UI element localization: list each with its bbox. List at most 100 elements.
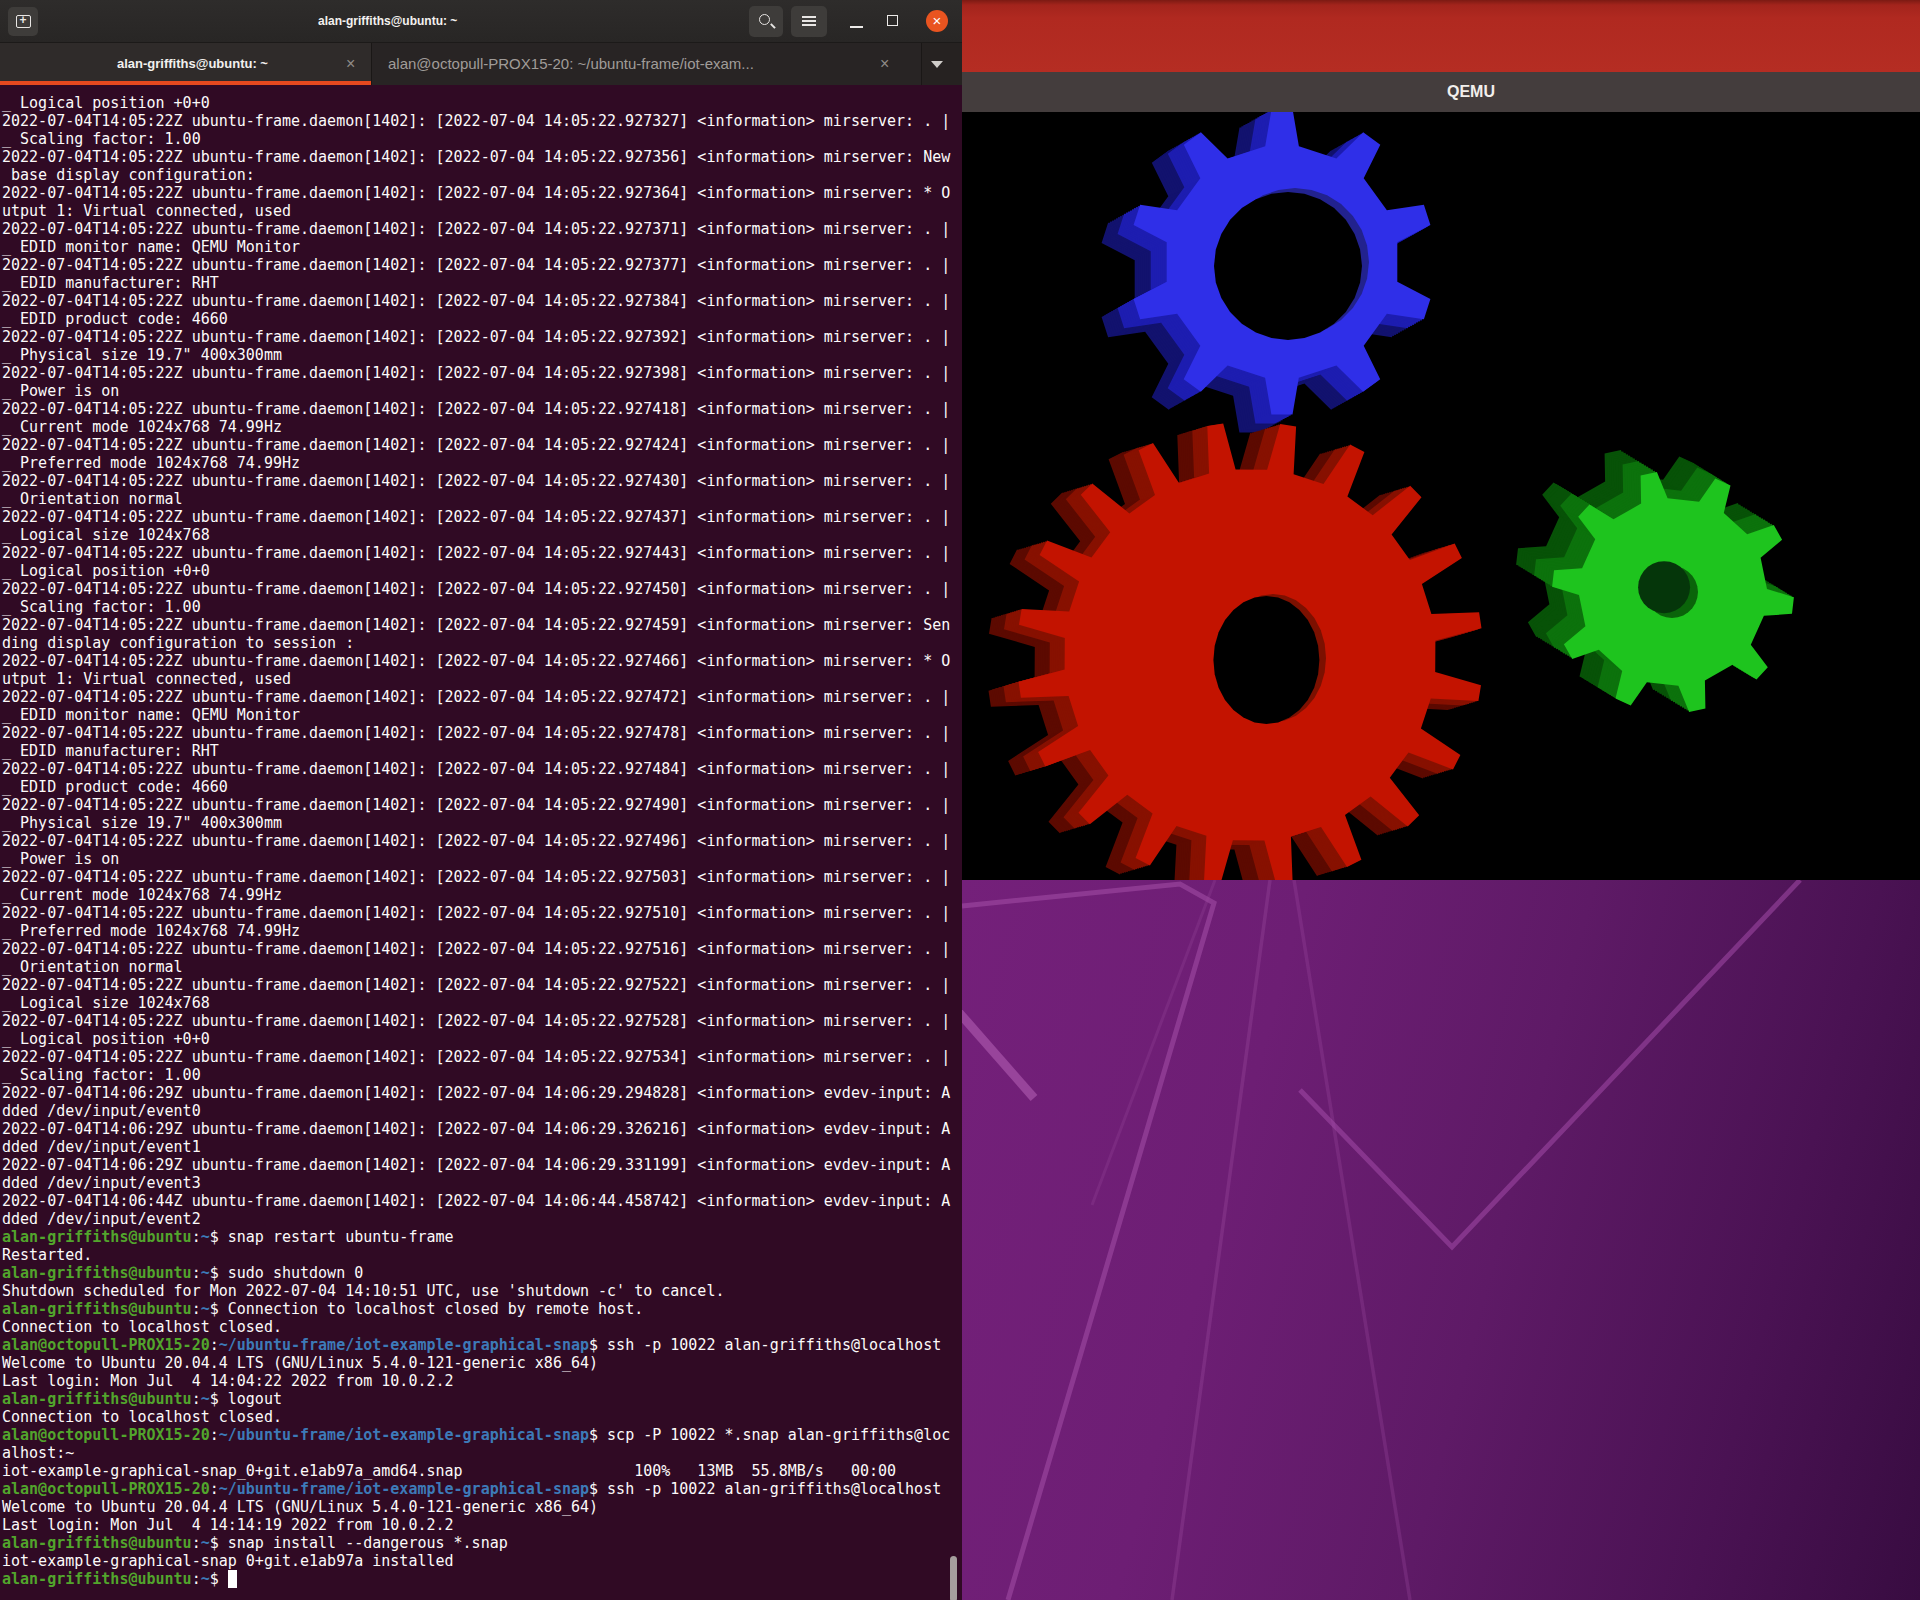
- terminal-line: Last login: Mon Jul 4 14:14:19 2022 from…: [2, 1516, 952, 1534]
- gears-svg: [962, 112, 1920, 880]
- terminal-line: 2022-07-04T14:05:22Z ubuntu-frame.daemon…: [2, 1012, 952, 1030]
- terminal-line: Welcome to Ubuntu 20.04.4 LTS (GNU/Linux…: [2, 1498, 952, 1516]
- terminal-line: _ EDID monitor name: QEMU Monitor: [2, 238, 952, 256]
- terminal-line: 2022-07-04T14:05:22Z ubuntu-frame.daemon…: [2, 868, 952, 886]
- terminal-line: 2022-07-04T14:05:22Z ubuntu-frame.daemon…: [2, 652, 952, 670]
- terminal-line: _ Power is on: [2, 382, 952, 400]
- tab-label: alan@octopull-PROX15-20: ~/ubuntu-frame/…: [388, 43, 754, 85]
- terminal-line: 2022-07-04T14:05:22Z ubuntu-frame.daemon…: [2, 328, 952, 346]
- active-tab-underline: [0, 81, 371, 85]
- terminal-line: 2022-07-04T14:05:22Z ubuntu-frame.daemon…: [2, 1048, 952, 1066]
- terminal-line: 2022-07-04T14:05:22Z ubuntu-frame.daemon…: [2, 256, 952, 274]
- terminal-line: _ Orientation normal: [2, 958, 952, 976]
- terminal-line: alan-griffiths@ubuntu:~$ Connection to l…: [2, 1300, 952, 1318]
- terminal-line: 2022-07-04T14:05:22Z ubuntu-frame.daemon…: [2, 436, 952, 454]
- terminal-line: 2022-07-04T14:05:22Z ubuntu-frame.daemon…: [2, 940, 952, 958]
- terminal-line: alhost:~: [2, 1444, 952, 1462]
- terminal-line: alan-griffiths@ubuntu:~$ sudo shutdown 0: [2, 1264, 952, 1282]
- terminal-line: _ Logical position +0+0: [2, 94, 952, 112]
- search-icon: [759, 14, 770, 25]
- terminal-line: 2022-07-04T14:05:22Z ubuntu-frame.daemon…: [2, 472, 952, 490]
- terminal-text[interactable]: _ Logical position +0+02022-07-04T14:05:…: [2, 94, 952, 1588]
- terminal-line: _ Orientation normal: [2, 490, 952, 508]
- terminal-line: alan@octopull-PROX15-20:~/ubuntu-frame/i…: [2, 1480, 952, 1498]
- terminal-line: utput 1: Virtual connected, used: [2, 670, 952, 688]
- terminal-line: dded /dev/input/event2: [2, 1210, 952, 1228]
- wallpaper-svg: [962, 880, 1920, 1600]
- terminal-line: 2022-07-04T14:06:44Z ubuntu-frame.daemon…: [2, 1192, 952, 1210]
- terminal-line: iot-example-graphical-snap 0+git.e1ab97a…: [2, 1552, 952, 1570]
- terminal-line: _ Scaling factor: 1.00: [2, 1066, 952, 1084]
- terminal-line: ding display configuration to session :: [2, 634, 952, 652]
- qemu-title: QEMU: [992, 72, 1920, 112]
- terminal-line: 2022-07-04T14:05:22Z ubuntu-frame.daemon…: [2, 796, 952, 814]
- terminal-line: _ Logical position +0+0: [2, 1030, 952, 1048]
- tab-close-icon[interactable]: ×: [346, 43, 355, 85]
- terminal-line: _ Physical size 19.7" 400x300mm: [2, 814, 952, 832]
- search-icon-handle: [770, 23, 776, 29]
- terminal-line: 2022-07-04T14:05:22Z ubuntu-frame.daemon…: [2, 832, 952, 850]
- terminal-line: utput 1: Virtual connected, used: [2, 202, 952, 220]
- search-button[interactable]: [749, 6, 783, 37]
- terminal-line: Restarted.: [2, 1246, 952, 1264]
- terminal-line: _ Current mode 1024x768 74.99Hz: [2, 886, 952, 904]
- terminal-line: 2022-07-04T14:05:22Z ubuntu-frame.daemon…: [2, 976, 952, 994]
- terminal-line: alan-griffiths@ubuntu:~$: [2, 1570, 952, 1588]
- terminal-line: _ EDID product code: 4660: [2, 778, 952, 796]
- tab-close-icon[interactable]: ×: [880, 43, 889, 85]
- scrollbar-thumb[interactable]: [950, 1556, 957, 1600]
- new-tab-button[interactable]: +: [8, 7, 38, 36]
- terminal-line: 2022-07-04T14:05:22Z ubuntu-frame.daemon…: [2, 724, 952, 742]
- terminal-line: 2022-07-04T14:05:22Z ubuntu-frame.daemon…: [2, 112, 952, 130]
- terminal-line: 2022-07-04T14:06:29Z ubuntu-frame.daemon…: [2, 1084, 952, 1102]
- desktop-red-band: [962, 0, 1920, 72]
- terminal-line: alan@octopull-PROX15-20:~/ubuntu-frame/i…: [2, 1336, 952, 1354]
- plus-icon: +: [8, 7, 38, 36]
- chevron-down-icon[interactable]: [931, 61, 943, 68]
- terminal-line: alan-griffiths@ubuntu:~$ logout: [2, 1390, 952, 1408]
- terminal-line: _ EDID manufacturer: RHT: [2, 274, 952, 292]
- terminal-line: 2022-07-04T14:05:22Z ubuntu-frame.daemon…: [2, 688, 952, 706]
- minimize-button[interactable]: [850, 26, 863, 28]
- terminal-line: 2022-07-04T14:05:22Z ubuntu-frame.daemon…: [2, 544, 952, 562]
- tab-bar: alan-griffiths@ubuntu: ~ × alan@octopull…: [0, 43, 962, 85]
- terminal-line: dded /dev/input/event0: [2, 1102, 952, 1120]
- terminal-line: _ Scaling factor: 1.00: [2, 130, 952, 148]
- desktop-wallpaper: [962, 880, 1920, 1600]
- terminal-line: 2022-07-04T14:06:29Z ubuntu-frame.daemon…: [2, 1120, 952, 1138]
- close-button[interactable]: ×: [926, 10, 948, 32]
- terminal-line: _ Current mode 1024x768 74.99Hz: [2, 418, 952, 436]
- terminal-line: Connection to localhost closed.: [2, 1408, 952, 1426]
- terminal-line: _ EDID monitor name: QEMU Monitor: [2, 706, 952, 724]
- terminal-headerbar[interactable]: + alan-griffiths@ubuntu: ~ ×: [0, 0, 962, 43]
- terminal-line: 2022-07-04T14:05:22Z ubuntu-frame.daemon…: [2, 400, 952, 418]
- terminal-line: _ Preferred mode 1024x768 74.99Hz: [2, 922, 952, 940]
- terminal-line: 2022-07-04T14:05:22Z ubuntu-frame.daemon…: [2, 508, 952, 526]
- terminal-line: base display configuration:: [2, 166, 952, 184]
- terminal-line: _ Scaling factor: 1.00: [2, 598, 952, 616]
- terminal-line: 2022-07-04T14:05:22Z ubuntu-frame.daemon…: [2, 148, 952, 166]
- terminal-window: + alan-griffiths@ubuntu: ~ × alan-griffi…: [0, 0, 962, 1600]
- terminal-line: _ Logical size 1024x768: [2, 994, 952, 1012]
- menu-button[interactable]: [791, 6, 827, 37]
- terminal-line: 2022-07-04T14:05:22Z ubuntu-frame.daemon…: [2, 292, 952, 310]
- terminal-line: 2022-07-04T14:05:22Z ubuntu-frame.daemon…: [2, 904, 952, 922]
- terminal-line: _ Physical size 19.7" 400x300mm: [2, 346, 952, 364]
- qemu-screen: [962, 112, 1920, 880]
- maximize-button[interactable]: [887, 15, 898, 26]
- window-title: alan-griffiths@ubuntu: ~: [318, 0, 457, 42]
- terminal-line: alan-griffiths@ubuntu:~$ snap restart ub…: [2, 1228, 952, 1246]
- terminal-line: Welcome to Ubuntu 20.04.4 LTS (GNU/Linux…: [2, 1354, 952, 1372]
- tab-divider: [921, 43, 922, 85]
- terminal-line: 2022-07-04T14:05:22Z ubuntu-frame.daemon…: [2, 184, 952, 202]
- qemu-titlebar[interactable]: QEMU: [962, 72, 1920, 112]
- terminal-line: Connection to localhost closed.: [2, 1318, 952, 1336]
- tab-label: alan-griffiths@ubuntu: ~: [117, 43, 268, 85]
- terminal-line: dded /dev/input/event1: [2, 1138, 952, 1156]
- terminal-line: 2022-07-04T14:05:22Z ubuntu-frame.daemon…: [2, 220, 952, 238]
- terminal-line: 2022-07-04T14:06:29Z ubuntu-frame.daemon…: [2, 1156, 952, 1174]
- terminal-line: 2022-07-04T14:05:22Z ubuntu-frame.daemon…: [2, 616, 952, 634]
- terminal-line: _ EDID product code: 4660: [2, 310, 952, 328]
- terminal-line: 2022-07-04T14:05:22Z ubuntu-frame.daemon…: [2, 760, 952, 778]
- hamburger-icon: [802, 16, 816, 26]
